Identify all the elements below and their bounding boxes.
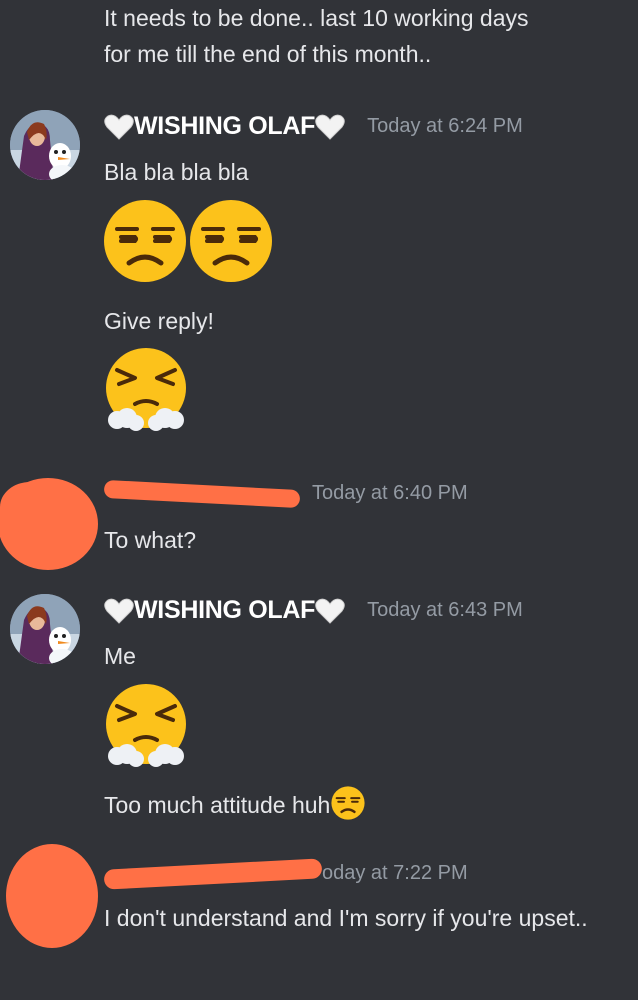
unamused-face-emoji bbox=[331, 786, 365, 820]
message-timestamp[interactable]: oday at 7:22 PM bbox=[322, 862, 468, 885]
message-text: It needs to be done.. last 10 working da… bbox=[104, 5, 529, 67]
face-with-steam-from-nose-emoji[interactable] bbox=[103, 682, 189, 768]
message-text: Too much attitude huh bbox=[104, 786, 365, 823]
username[interactable]: WISHING OLAF bbox=[134, 112, 315, 141]
message-text: I don't understand and I'm sorry if you'… bbox=[104, 905, 588, 931]
username[interactable]: WISHING OLAF bbox=[134, 596, 315, 625]
user-avatar[interactable] bbox=[10, 110, 80, 180]
message-header: oday at 7:22 PM bbox=[103, 857, 468, 902]
message-text: Give reply! bbox=[104, 308, 214, 334]
redacted-username[interactable] bbox=[103, 857, 323, 890]
chat-message-list: It needs to be done.. last 10 working da… bbox=[0, 0, 638, 1000]
user-avatar[interactable] bbox=[10, 594, 80, 664]
unamused-face-emoji[interactable] bbox=[103, 199, 187, 283]
message-timestamp[interactable]: Today at 6:43 PM bbox=[367, 599, 523, 622]
redaction-mark bbox=[0, 482, 60, 532]
message-header: WISHING OLAF Today at 6:24 PM bbox=[104, 112, 523, 152]
message-header: Today at 6:40 PM bbox=[103, 479, 468, 522]
face-with-steam-from-nose-emoji[interactable] bbox=[103, 346, 189, 432]
message-text: Bla bla bla bla bbox=[104, 159, 249, 185]
unamused-face-emoji[interactable] bbox=[189, 199, 273, 283]
white-heart-icon bbox=[315, 114, 345, 140]
white-heart-icon bbox=[104, 598, 134, 624]
message-timestamp[interactable]: Today at 6:24 PM bbox=[367, 115, 523, 138]
redacted-username[interactable] bbox=[103, 479, 301, 508]
message-header: WISHING OLAF Today at 6:43 PM bbox=[104, 596, 523, 636]
redaction-mark bbox=[6, 844, 98, 948]
message-text: To what? bbox=[104, 527, 197, 553]
white-heart-icon bbox=[315, 598, 345, 624]
message-text: Me bbox=[104, 643, 136, 669]
message-timestamp[interactable]: Today at 6:40 PM bbox=[312, 482, 468, 505]
white-heart-icon bbox=[104, 114, 134, 140]
